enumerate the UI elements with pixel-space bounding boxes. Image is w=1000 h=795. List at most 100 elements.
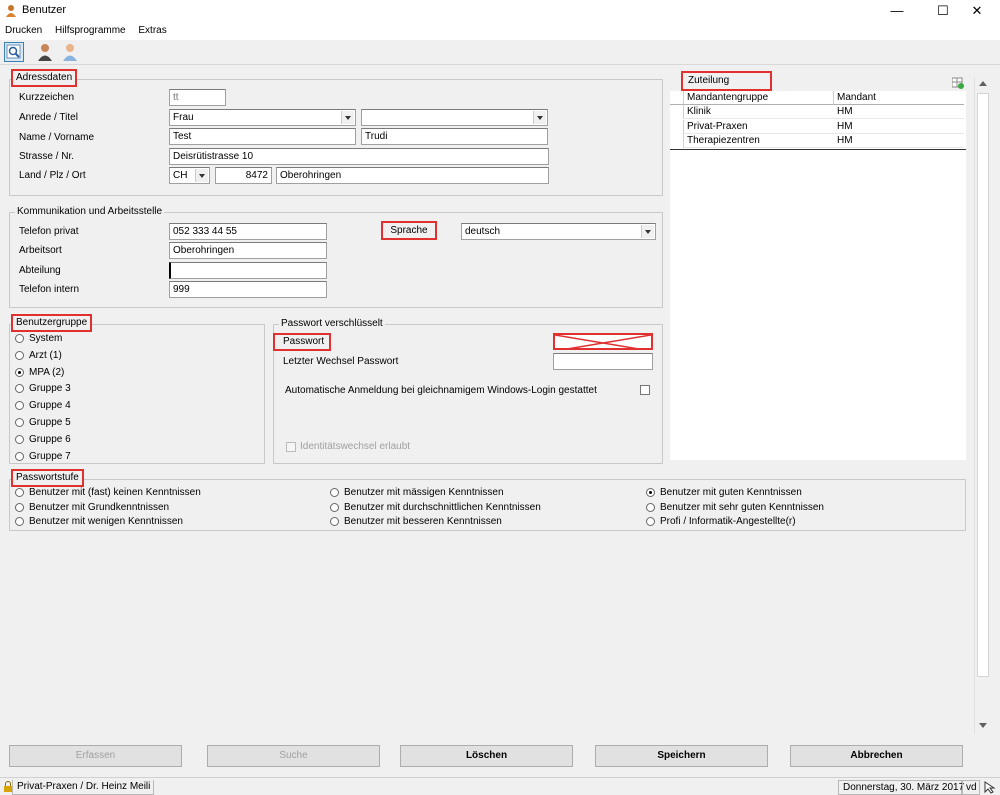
user-light-button[interactable] [60, 42, 80, 62]
row-header[interactable] [670, 119, 684, 134]
menu-drucken[interactable]: Drucken [0, 22, 47, 36]
user-icon [38, 44, 52, 61]
cell-mandant[interactable]: HM [834, 105, 964, 119]
passwort-input[interactable] [553, 333, 653, 350]
ort-input[interactable]: Oberohringen [276, 167, 549, 184]
abteilung-label: Abteilung [19, 265, 61, 276]
land-select[interactable]: CH [169, 167, 210, 184]
stufe-option-label: Benutzer mit durchschnittlichen Kenntnis… [344, 501, 541, 513]
add-grid-icon[interactable] [952, 77, 964, 89]
arbeitsort-input[interactable]: Oberohringen [169, 242, 327, 259]
chevron-down-icon [195, 169, 208, 182]
gruppe-radio[interactable] [15, 334, 24, 343]
auto-login-checkbox[interactable] [640, 385, 650, 395]
user-dark-button[interactable] [35, 42, 55, 62]
minimize-button[interactable]: — [874, 0, 920, 22]
stufe-radio[interactable] [15, 502, 24, 512]
cell-mandantengruppe[interactable]: Therapiezentren [684, 134, 834, 149]
menu-extras[interactable]: Extras [133, 22, 171, 36]
scroll-down-icon[interactable] [979, 723, 987, 728]
anrede-select[interactable]: Frau [169, 109, 356, 126]
stufe-radio[interactable] [330, 502, 339, 512]
cursor-icon [984, 781, 996, 794]
col-mandantengruppe[interactable]: Mandantengruppe [684, 91, 834, 105]
gruppe-option-label: Arzt (1) [29, 349, 62, 361]
vorname-input[interactable]: Trudi [361, 128, 548, 145]
telefon-intern-input[interactable]: 999 [169, 281, 327, 298]
gruppe-radio[interactable] [15, 434, 24, 444]
chevron-down-icon [641, 225, 654, 238]
stufe-option-label: Benutzer mit mässigen Kenntnissen [344, 487, 504, 498]
erfassen-button[interactable]: Erfassen [9, 745, 182, 767]
vertical-scrollbar[interactable] [974, 77, 990, 734]
chevron-down-icon [341, 111, 354, 124]
stufe-option-label: Benutzer mit wenigen Kenntnissen [29, 516, 183, 528]
close-button[interactable]: ✕ [954, 0, 1000, 22]
toolbar [0, 40, 1000, 65]
status-praxis: Privat-Praxen / Dr. Heinz Meili [12, 780, 154, 795]
menu-bar: Drucken Hilfsprogramme Extras [0, 22, 1000, 40]
loeschen-button[interactable]: Löschen [400, 745, 573, 767]
cell-mandantengruppe[interactable]: Klinik [684, 105, 834, 119]
stufe-radio[interactable] [646, 502, 655, 512]
name-input[interactable]: Test [169, 128, 356, 145]
cell-mandant[interactable]: HM [834, 134, 964, 149]
titel-select[interactable] [361, 109, 548, 126]
gruppe-option-label: Gruppe 7 [29, 450, 71, 462]
stufe-option-label: Benutzer mit (fast) keinen Kenntnissen [29, 487, 201, 498]
app-icon [6, 5, 16, 17]
sprache-label: Sprache [381, 221, 437, 240]
benutzergruppe-title: Benutzergruppe [11, 314, 93, 332]
gruppe-option-label: Gruppe 5 [29, 417, 71, 428]
row-header[interactable] [670, 105, 684, 119]
stufe-option-label: Benutzer mit Grundkenntnissen [29, 501, 170, 513]
gruppe-option-label: Gruppe 3 [29, 383, 71, 395]
plz-input[interactable]: 8472 [215, 167, 272, 184]
strasse-input[interactable]: Deisrütistrasse 10 [169, 148, 549, 165]
status-bar: Privat-Praxen / Dr. Heinz Meili Donnerst… [0, 777, 1000, 795]
menu-hilfsprogramme[interactable]: Hilfsprogramme [50, 22, 131, 36]
suche-button[interactable]: Suche [207, 745, 380, 767]
kommunikation-title: Kommunikation und Arbeitsstelle [15, 206, 165, 218]
abbrechen-button[interactable]: Abbrechen [790, 745, 963, 767]
identitaetswechsel-label: Identitätswechsel erlaubt [300, 441, 411, 452]
col-mandant[interactable]: Mandant [834, 91, 964, 105]
gruppe-option-label: Gruppe 6 [29, 433, 71, 445]
status-datum: Donnerstag, 30. März 2017 [838, 780, 964, 795]
anrede-label: Anrede / Titel [19, 112, 78, 123]
cell-mandant[interactable]: HM [834, 120, 964, 134]
adressdaten-title: Adressdaten [11, 69, 78, 87]
stufe-radio[interactable] [330, 488, 339, 497]
stufe-option-label: Benutzer mit besseren Kenntnissen [344, 516, 502, 528]
window-title: Benutzer [22, 4, 67, 16]
arbeitsort-label: Arbeitsort [19, 245, 62, 256]
kurzzeichen-label: Kurzzeichen [19, 92, 75, 103]
stufe-radio[interactable] [646, 488, 655, 497]
anrede-value: Frau [173, 112, 194, 123]
gruppe-option-label: MPA (2) [29, 366, 65, 378]
identitaetswechsel-checkbox[interactable] [286, 442, 296, 452]
name-label: Name / Vorname [19, 132, 95, 143]
scroll-up-icon[interactable] [979, 81, 987, 86]
stufe-option-label: Benutzer mit guten Kenntnissen [660, 487, 802, 498]
sprache-value: deutsch [465, 226, 501, 237]
telefon-privat-input[interactable]: 052 333 44 55 [169, 223, 327, 240]
stufe-radio[interactable] [15, 488, 24, 497]
cell-mandantengruppe[interactable]: Privat-Praxen [684, 120, 834, 134]
land-value: CH [173, 170, 188, 181]
gruppe-radio[interactable] [15, 350, 24, 360]
row-header[interactable] [670, 134, 684, 149]
letzter-wechsel-input[interactable] [553, 353, 653, 370]
sprache-select[interactable]: deutsch [461, 223, 656, 240]
kurzzeichen-input[interactable]: tt [169, 89, 226, 106]
search-user-button[interactable] [4, 42, 24, 62]
speichern-button[interactable]: Speichern [595, 745, 768, 767]
scroll-thumb[interactable] [977, 93, 989, 677]
passwort-title: Passwort verschlüsselt [279, 318, 385, 330]
stufe-option-label: Benutzer mit sehr guten Kenntnissen [660, 501, 824, 513]
abteilung-input[interactable] [169, 262, 327, 279]
gruppe-radio[interactable] [15, 367, 24, 377]
strasse-label: Strasse / Nr. [19, 151, 75, 162]
gruppe-radio[interactable] [15, 418, 24, 427]
gruppe-radio[interactable] [15, 451, 24, 461]
